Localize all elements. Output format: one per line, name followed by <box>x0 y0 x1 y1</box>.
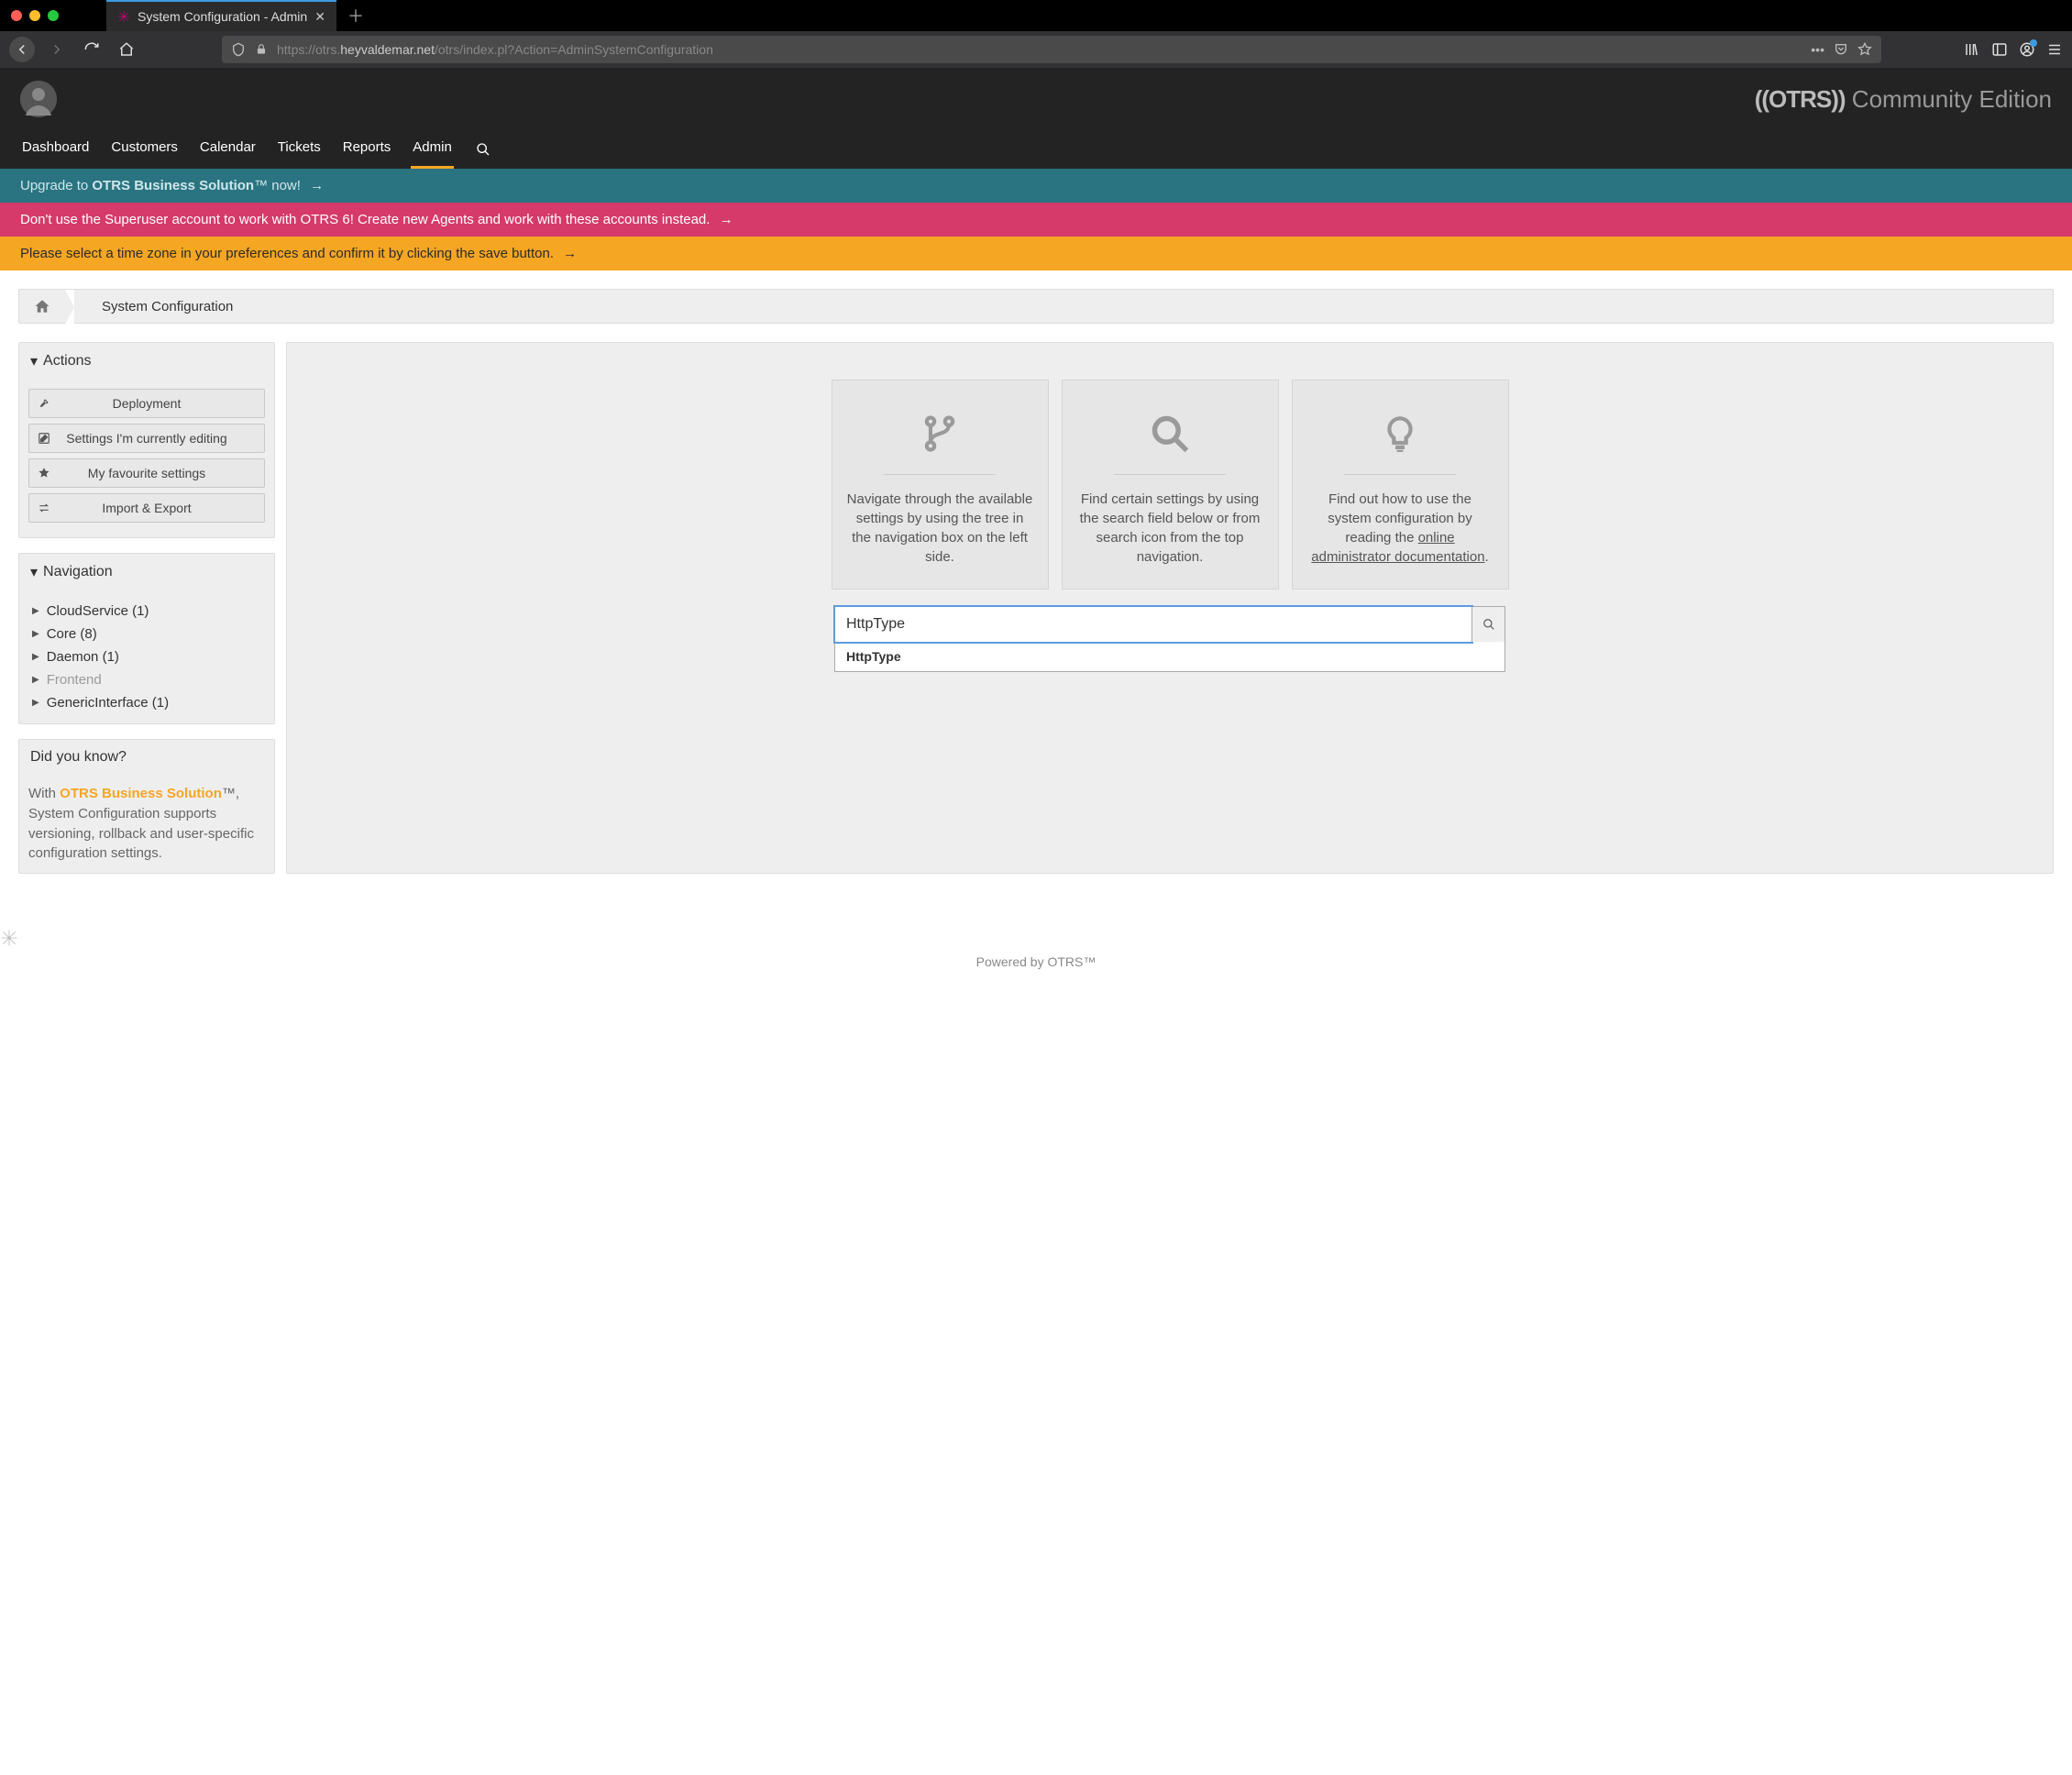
config-search-button[interactable] <box>1471 607 1504 642</box>
back-button[interactable] <box>9 37 35 62</box>
notice-text: Don't use the Superuser account to work … <box>20 212 714 227</box>
caret-right-icon: ▶ <box>32 629 39 639</box>
card-navigation-tree: Navigate through the available settings … <box>832 380 1049 590</box>
lightbulb-icon <box>1307 408 1493 459</box>
home-button[interactable] <box>114 37 139 62</box>
arrow-right-icon: → <box>563 246 577 261</box>
app-header: ((OTRS)) Community Edition Dashboard Cus… <box>0 68 2072 169</box>
branch-icon <box>847 408 1033 459</box>
tab-favicon <box>117 10 130 23</box>
tree-item-frontend[interactable]: ▶Frontend <box>28 668 265 691</box>
close-window-button[interactable] <box>11 10 22 21</box>
action-deployment[interactable]: Deployment <box>28 389 265 418</box>
pocket-icon[interactable] <box>1834 42 1848 57</box>
card-help: Find out how to use the system configura… <box>1292 380 1509 590</box>
tab-title: System Configuration - Admin <box>138 9 307 24</box>
action-editing[interactable]: Settings I'm currently editing <box>28 424 265 453</box>
caret-right-icon: ▶ <box>32 698 39 708</box>
nav-calendar[interactable]: Calendar <box>198 130 258 169</box>
notice-superuser[interactable]: Don't use the Superuser account to work … <box>0 203 2072 237</box>
menu-button[interactable] <box>2046 41 2063 58</box>
lock-icon[interactable] <box>255 43 268 56</box>
nav-dashboard[interactable]: Dashboard <box>20 130 91 169</box>
forward-button[interactable] <box>44 37 70 62</box>
caret-right-icon: ▶ <box>32 675 39 685</box>
swap-icon <box>29 502 59 514</box>
search-icon <box>1077 408 1263 459</box>
footer: Powered by OTRS™ <box>0 892 2072 1006</box>
notice-upgrade[interactable]: Upgrade to OTRS Business Solution™ now! … <box>0 169 2072 203</box>
notice-text: Upgrade to <box>20 178 92 193</box>
tracking-protection-icon[interactable] <box>231 42 246 57</box>
account-icon[interactable] <box>2019 41 2035 58</box>
caret-right-icon: ▶ <box>32 652 39 662</box>
minimize-window-button[interactable] <box>29 10 40 21</box>
notice-text: Please select a time zone in your prefer… <box>20 246 557 261</box>
tree-item-cloudservice[interactable]: ▶CloudService (1) <box>28 600 265 623</box>
brand: ((OTRS)) Community Edition <box>1755 85 2052 114</box>
brand-logo: ((OTRS)) <box>1755 85 1846 113</box>
footer-text: Powered by OTRS™ <box>0 954 2072 969</box>
notice-timezone[interactable]: Please select a time zone in your prefer… <box>0 237 2072 270</box>
url-text: https://otrs.heyvaldemar.net/otrs/index.… <box>277 42 713 57</box>
window-controls <box>0 10 70 21</box>
action-favourites[interactable]: My favourite settings <box>28 458 265 488</box>
left-column: ▾ Actions Deployment Settings I'm curren… <box>18 342 275 874</box>
nav-customers[interactable]: Customers <box>109 130 180 169</box>
tree-item-daemon[interactable]: ▶Daemon (1) <box>28 645 265 668</box>
footer-logo-icon <box>0 929 2072 947</box>
breadcrumb-home[interactable] <box>19 290 65 323</box>
search-suggestion[interactable]: HttpType <box>834 642 1505 672</box>
reload-button[interactable] <box>79 37 105 62</box>
browser-chrome: System Configuration - Admin ✕ ＋ https:/… <box>0 0 2072 68</box>
star-icon <box>29 467 59 480</box>
caret-down-icon: ▾ <box>30 563 38 581</box>
nav-reports[interactable]: Reports <box>341 130 393 169</box>
close-tab-button[interactable]: ✕ <box>314 9 325 25</box>
maximize-window-button[interactable] <box>48 10 59 21</box>
tree-item-core[interactable]: ▶Core (8) <box>28 623 265 645</box>
arrow-right-icon: → <box>310 178 324 193</box>
browser-tab[interactable]: System Configuration - Admin ✕ <box>106 0 336 31</box>
url-bar: https://otrs.heyvaldemar.net/otrs/index.… <box>0 31 2072 68</box>
actions-panel: ▾ Actions Deployment Settings I'm curren… <box>18 342 275 538</box>
new-tab-button[interactable]: ＋ <box>336 4 375 28</box>
breadcrumb-title: System Configuration <box>83 299 233 314</box>
config-search-input[interactable] <box>835 607 1471 642</box>
rocket-icon <box>29 397 59 410</box>
nav-admin[interactable]: Admin <box>411 130 454 169</box>
user-avatar[interactable] <box>20 81 57 117</box>
tab-bar: System Configuration - Admin ✕ ＋ <box>0 0 2072 31</box>
library-icon[interactable] <box>1964 41 1980 58</box>
main-area: Navigate through the available settings … <box>286 342 2054 874</box>
action-import-export[interactable]: Import & Export <box>28 493 265 523</box>
card-search: Find certain settings by using the searc… <box>1062 380 1279 590</box>
nav-tickets[interactable]: Tickets <box>276 130 323 169</box>
config-search <box>834 606 1505 643</box>
tree-item-genericinterface[interactable]: ▶GenericInterface (1) <box>28 691 265 714</box>
bookmark-star-icon[interactable] <box>1857 42 1872 57</box>
edit-icon <box>29 432 59 445</box>
actions-panel-header[interactable]: ▾ Actions <box>19 343 274 380</box>
page-actions-button[interactable]: ••• <box>1811 42 1824 57</box>
sidebar-icon[interactable] <box>1991 41 2008 58</box>
navigation-panel: ▾ Navigation ▶CloudService (1) ▶Core (8)… <box>18 553 275 724</box>
address-field[interactable]: https://otrs.heyvaldemar.net/otrs/index.… <box>222 36 1881 63</box>
caret-right-icon: ▶ <box>32 606 39 616</box>
dyk-header: Did you know? <box>19 740 274 775</box>
navigation-panel-header[interactable]: ▾ Navigation <box>19 554 274 590</box>
dyk-body: With OTRS Business Solution™, System Con… <box>19 775 274 873</box>
did-you-know-panel: Did you know? With OTRS Business Solutio… <box>18 739 275 874</box>
arrow-right-icon: → <box>720 212 733 227</box>
brand-edition: Community Edition <box>1852 85 2052 113</box>
caret-down-icon: ▾ <box>30 352 38 370</box>
nav-search-icon[interactable] <box>476 142 490 157</box>
breadcrumb: System Configuration <box>18 289 2054 324</box>
page-body: System Configuration ▾ Actions Deploymen… <box>0 270 2072 892</box>
main-nav: Dashboard Customers Calendar Tickets Rep… <box>0 130 2072 169</box>
